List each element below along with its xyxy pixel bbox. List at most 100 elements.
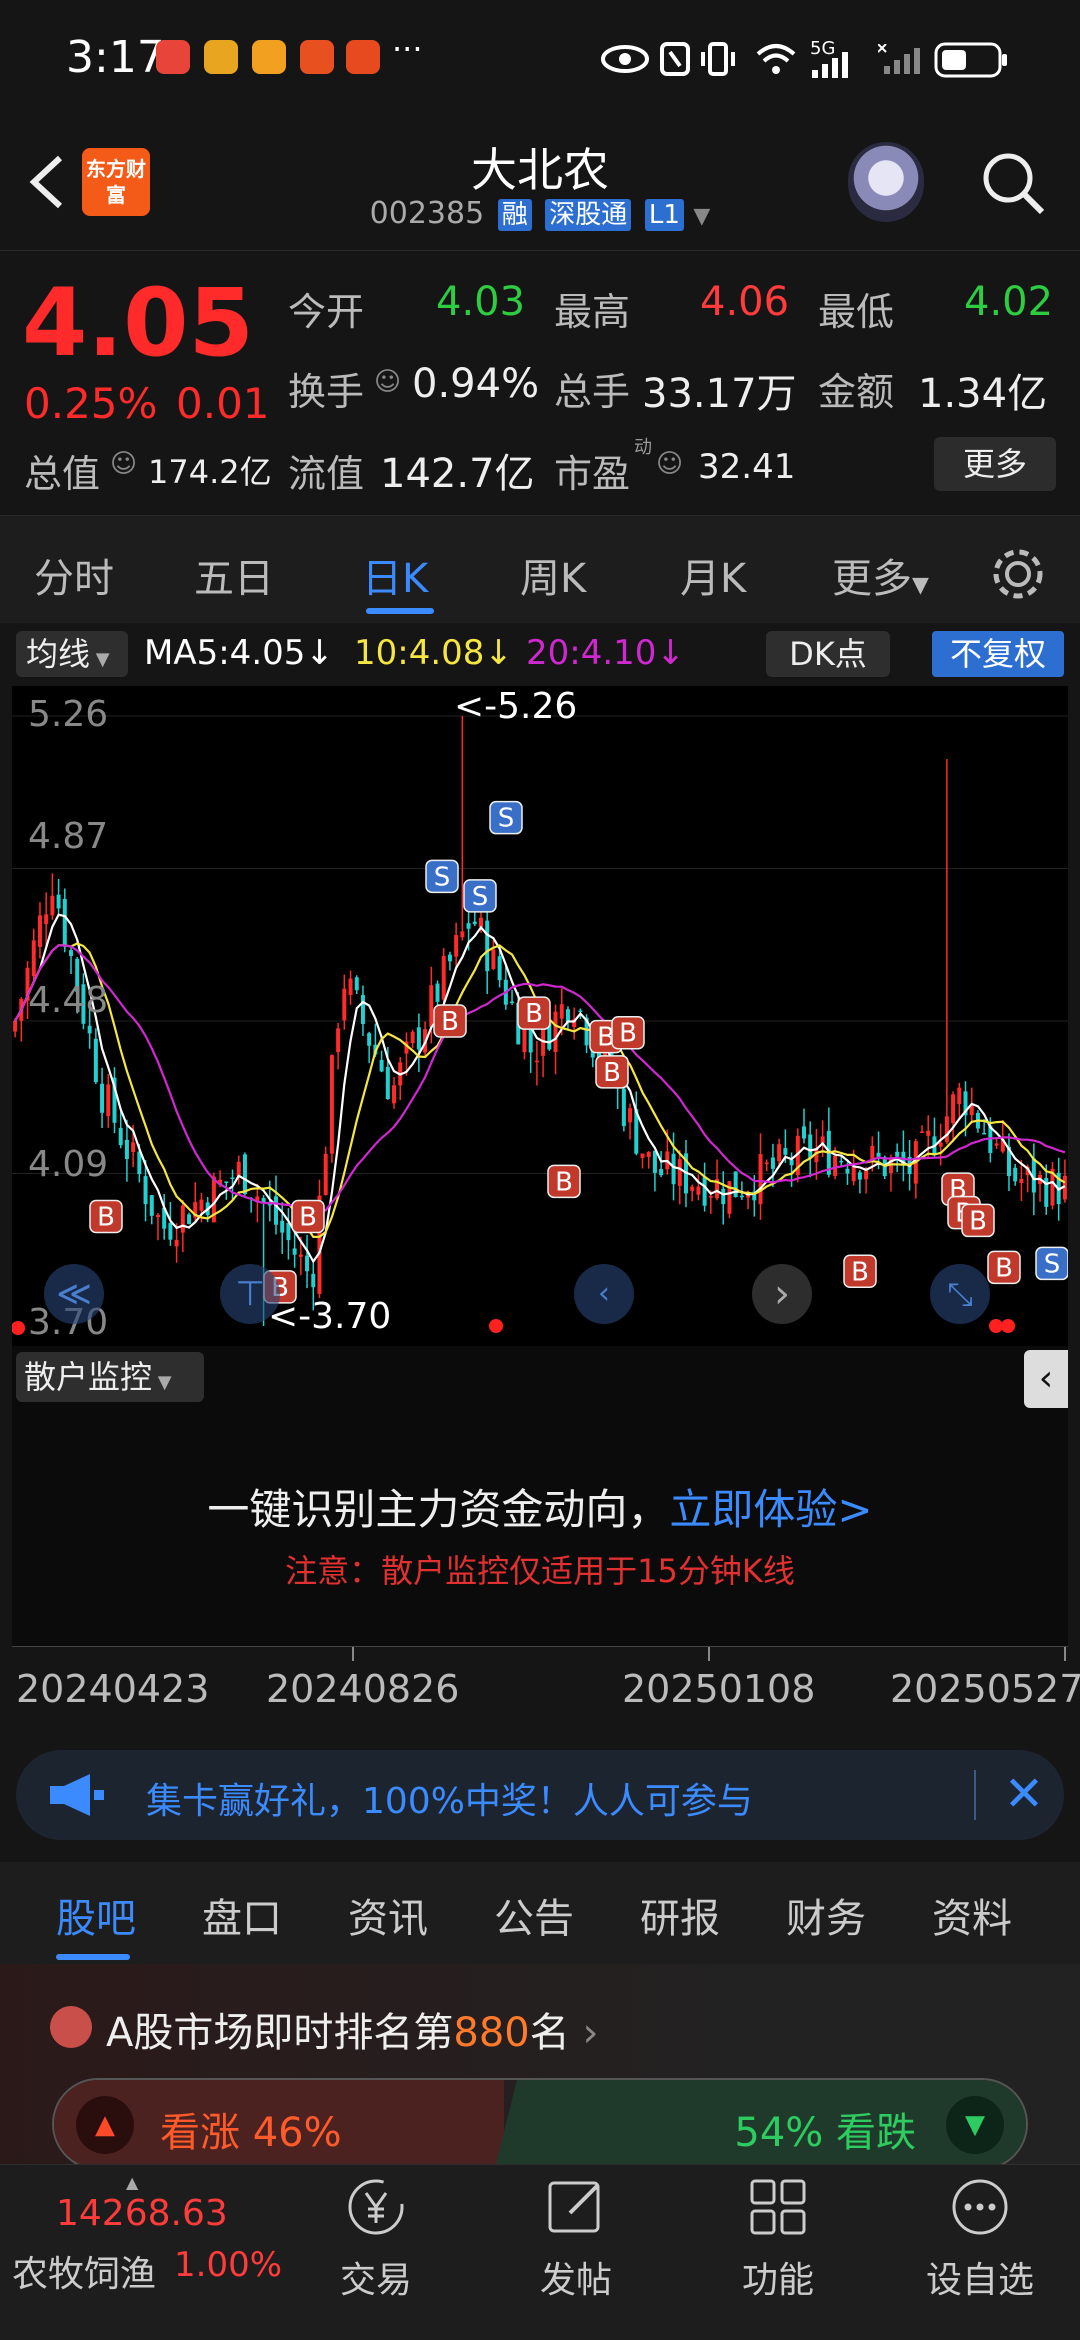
candle-body: [808, 1134, 813, 1159]
candle-body: [839, 1160, 844, 1163]
robot-assistant-icon[interactable]: [848, 142, 924, 222]
candle-body: [895, 1151, 900, 1157]
candle-body: [187, 1214, 192, 1224]
info-icon[interactable]: ☺: [656, 449, 683, 479]
info-icon[interactable]: ☺: [374, 367, 401, 397]
x-tick-mark: [708, 1647, 710, 1661]
nav-trade[interactable]: 交易: [306, 2175, 446, 2303]
grid-icon: [750, 2179, 806, 2235]
candle-body: [957, 1087, 962, 1105]
tab-weekly-k[interactable]: 周K: [520, 546, 586, 604]
tab-research[interactable]: 研报: [640, 1886, 720, 1944]
prev-button[interactable]: ‹: [574, 1264, 634, 1324]
candle-body: [168, 1222, 173, 1240]
candle-body: [62, 898, 67, 947]
indicator-dropdown[interactable]: 均线 ▼: [16, 631, 128, 677]
bear-percent: 54% 看跌: [734, 2110, 916, 2156]
kline-svg: SSSBBBBBBBBBBBBBSB: [11, 715, 1069, 1335]
more-quote-button[interactable]: 更多: [934, 437, 1056, 491]
candle-body: [274, 1196, 278, 1225]
dk-points-button[interactable]: DK点: [766, 631, 890, 677]
low-value: 4.02: [964, 279, 1054, 325]
triangle-down-icon: ▼: [693, 204, 711, 229]
tab-profile[interactable]: 资料: [932, 1886, 1012, 1944]
svg-text:B: B: [851, 1257, 869, 1287]
ranking-link[interactable]: A股市场即时排名第880名 ›: [106, 2000, 598, 2058]
float-cap-value: 142.7亿: [380, 451, 535, 497]
zoom-out-button[interactable]: ⊤: [220, 1264, 280, 1324]
ma5-value: MA5:4.05↓: [144, 633, 334, 673]
x-tick-label: 20240423: [16, 1667, 210, 1711]
candle-body: [951, 1094, 956, 1124]
buy-signal-marker: B: [843, 1254, 877, 1289]
close-icon[interactable]: ✕: [996, 1762, 1052, 1826]
event-dot: [11, 1321, 25, 1335]
next-button[interactable]: ›: [752, 1264, 812, 1324]
tab-orderbook[interactable]: 盘口: [202, 1886, 282, 1944]
volume-label: 总手: [554, 370, 631, 414]
svg-text:B: B: [969, 1206, 987, 1236]
triangle-down-icon: ▼: [912, 573, 929, 598]
nav-add-watchlist[interactable]: 设自选: [910, 2175, 1050, 2303]
event-dot: [489, 1319, 503, 1333]
sector-change: 1.00%: [174, 2245, 283, 2285]
tab-five-day[interactable]: 五日: [194, 546, 274, 604]
tab-more[interactable]: 更多▼: [832, 546, 929, 604]
candle-body: [342, 988, 347, 1021]
tab-monthly-k[interactable]: 月K: [680, 546, 746, 604]
monitor-dropdown[interactable]: 散户监控 ▼: [16, 1352, 204, 1402]
candle-body: [50, 895, 55, 916]
candle-body: [534, 1060, 539, 1063]
change-percent: 0.25%: [24, 379, 158, 428]
tab-forum[interactable]: 股吧: [56, 1886, 136, 1944]
open-value: 4.03: [436, 279, 526, 325]
stock-header: 东方财富 大北农 002385 融 深股通 L1 ▼: [0, 120, 1080, 250]
tab-daily-k[interactable]: 日K: [362, 546, 428, 604]
triangle-down-icon[interactable]: ▼: [946, 2096, 1004, 2154]
tab-financials[interactable]: 财务: [786, 1886, 866, 1944]
info-icon[interactable]: ☺: [110, 449, 137, 479]
adjust-mode-button[interactable]: 不复权: [932, 631, 1064, 677]
nav-post[interactable]: 发帖: [506, 2175, 646, 2303]
candle-body: [466, 923, 471, 929]
candle-body: [143, 1176, 148, 1205]
candle-body: [677, 1159, 682, 1186]
fullscreen-button[interactable]: ⤡: [930, 1264, 990, 1324]
sector-name[interactable]: 农牧饲渔: [12, 2245, 156, 2297]
ma20-line: [14, 944, 1066, 1215]
gear-icon[interactable]: [990, 546, 1046, 602]
kline-chart[interactable]: SSSBBBBBBBBBBBBBSB 5.26 4.87 4.48 4.09 3…: [11, 686, 1069, 1346]
candle-body: [652, 1150, 657, 1173]
megaphone-icon: [50, 1774, 104, 1816]
candle-body: [379, 1059, 384, 1072]
search-icon[interactable]: [978, 148, 1048, 218]
candle-body: [497, 956, 502, 981]
yen-cycle-icon: [348, 2179, 404, 2235]
candle-body: [646, 1151, 651, 1158]
nav-functions[interactable]: 功能: [708, 2175, 848, 2303]
monitor-note: 注意：散户监控仅适用于15分钟K线: [285, 1552, 795, 1590]
promo-banner[interactable]: 集卡赢好礼，100%中奖！人人可参与 ✕: [16, 1750, 1064, 1840]
buy-signal-marker: B: [517, 996, 551, 1030]
candle-body: [360, 995, 365, 1024]
triangle-up-icon[interactable]: ▲: [76, 2096, 134, 2154]
tab-intraday[interactable]: 分时: [34, 546, 114, 604]
scroll-left-button[interactable]: ≪: [44, 1264, 104, 1324]
tab-news[interactable]: 资讯: [348, 1886, 428, 1944]
candle-body: [155, 1215, 160, 1217]
candle-body: [292, 1248, 297, 1255]
candle-body: [671, 1153, 676, 1185]
edit-icon: [548, 2181, 600, 2233]
collapse-button[interactable]: ‹: [1024, 1350, 1068, 1408]
buy-signal-marker: B: [433, 1004, 467, 1038]
try-now-link[interactable]: 立即体验>: [669, 1485, 872, 1534]
sector-index-value[interactable]: 14268.63: [56, 2193, 228, 2234]
tab-announcements[interactable]: 公告: [494, 1886, 574, 1944]
pe-label: 市盈: [554, 452, 631, 496]
level-tag: L1: [644, 199, 684, 231]
low-label: 最低: [818, 290, 895, 334]
monitor-cta[interactable]: 一键识别主力资金动向，立即体验>: [12, 1476, 1068, 1537]
vibrate-icon: [701, 42, 735, 76]
open-label: 今开: [288, 290, 365, 334]
ma5-line: [14, 913, 1066, 1264]
